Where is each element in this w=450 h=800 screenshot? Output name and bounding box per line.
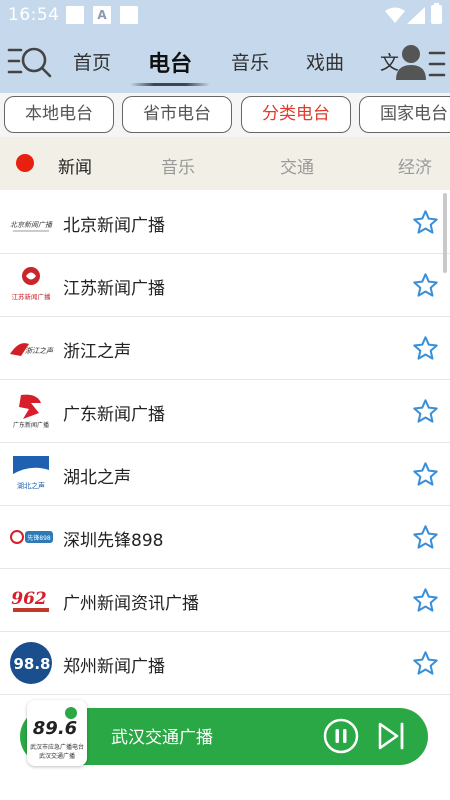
skip-next-icon[interactable] [376, 721, 406, 751]
station-logo: 北京新闻广播 [10, 221, 53, 232]
station-row[interactable]: 962 广州新闻资讯广播 [0, 569, 450, 632]
nav-tab-home[interactable]: 首页 [73, 48, 111, 75]
star-outline-icon[interactable] [412, 524, 439, 551]
subtab-economy[interactable]: 经济 [398, 153, 432, 178]
station-name: 浙江之声 [63, 342, 131, 362]
station-logo: 先锋898 [10, 530, 53, 544]
station-name: 郑州新闻广播 [63, 657, 165, 677]
star-outline-icon[interactable] [412, 650, 439, 677]
signal-icon [407, 7, 425, 24]
status-time: 16:54 [8, 5, 60, 25]
active-subtab-dot-icon [16, 154, 34, 172]
subtab-traffic[interactable]: 交通 [280, 153, 314, 178]
player-cover-line1: 武汉市应急广播电台 [29, 744, 84, 751]
station-logo: 湖北之声 [13, 456, 49, 490]
nav-tab-opera[interactable]: 戏曲 [306, 48, 344, 75]
category-local[interactable]: 本地电台 [4, 96, 114, 133]
star-outline-icon[interactable] [412, 587, 439, 614]
category-bar: 本地电台 省市电台 分类电台 国家电台 [0, 93, 450, 137]
notification-icon [66, 6, 84, 24]
menu-search-icon[interactable] [6, 43, 54, 81]
station-logo: 962 [11, 589, 49, 612]
station-name: 湖北之声 [63, 468, 131, 488]
star-outline-icon[interactable] [412, 398, 439, 425]
svg-text:广东新闻广播: 广东新闻广播 [13, 421, 49, 429]
svg-text:江苏新闻广播: 江苏新闻广播 [12, 292, 52, 301]
station-row[interactable]: 湖北之声 湖北之声 [0, 443, 450, 506]
nav-tab-radio[interactable]: 电台 [148, 46, 192, 78]
station-logo: 广东新闻广播 [13, 394, 49, 429]
nav-tab-music[interactable]: 音乐 [231, 48, 269, 75]
station-list: 北京新闻广播 北京新闻广播 江苏新闻广播 江苏新闻广播 浙江之声 浙江之声 广东… [0, 191, 450, 695]
station-name: 深圳先锋898 [63, 531, 164, 551]
star-outline-icon[interactable] [412, 272, 439, 299]
player-cover-logo: 89.6 [33, 707, 77, 739]
star-outline-icon[interactable] [412, 461, 439, 488]
notification-letter-icon: A [93, 6, 111, 24]
player-cover-line2: 武汉交通广播 [38, 753, 75, 760]
player-title: 武汉交通广播 [111, 728, 213, 748]
category-classified[interactable]: 分类电台 [241, 96, 351, 133]
station-logo: 江苏新闻广播 [12, 267, 52, 301]
station-logo: 98.8 [10, 642, 52, 684]
svg-text:先锋898: 先锋898 [27, 534, 51, 542]
star-outline-icon[interactable] [412, 209, 439, 236]
svg-text:98.8: 98.8 [13, 655, 50, 673]
station-name: 广东新闻广播 [63, 405, 165, 425]
station-row[interactable]: 先锋898 深圳先锋898 [0, 506, 450, 569]
list-scrollbar[interactable] [443, 193, 447, 273]
wifi-icon [385, 7, 405, 23]
star-outline-icon[interactable] [412, 335, 439, 362]
station-row[interactable]: 广东新闻广播 广东新闻广播 [0, 380, 450, 443]
player-cover-art[interactable]: 89.6 武汉市应急广播电台 武汉交通广播 [27, 700, 87, 766]
station-name: 广州新闻资讯广播 [63, 594, 199, 614]
subtab-bar: 新闻 音乐 交通 经济 [0, 137, 450, 190]
station-row[interactable]: 浙江之声 浙江之声 [0, 317, 450, 380]
category-provincial[interactable]: 省市电台 [122, 96, 232, 133]
subtab-news[interactable]: 新闻 [58, 153, 92, 178]
svg-text:89.6: 89.6 [33, 718, 77, 739]
subtab-music[interactable]: 音乐 [161, 153, 195, 178]
category-national[interactable]: 国家电台 [359, 96, 450, 133]
svg-text:962: 962 [11, 589, 47, 609]
svg-text:浙江之声: 浙江之声 [25, 347, 54, 355]
station-logo: 浙江之声 [10, 343, 54, 356]
svg-text:湖北之声: 湖北之声 [17, 481, 45, 490]
station-row[interactable]: 98.8 郑州新闻广播 [0, 632, 450, 695]
station-name: 江苏新闻广播 [63, 279, 165, 299]
station-row[interactable]: 江苏新闻广播 江苏新闻广播 [0, 254, 450, 317]
notification-icon [120, 6, 138, 24]
top-header: 16:54 A 首页 电台 音乐 戏曲 文 [0, 0, 450, 93]
main-nav: 首页 电台 音乐 戏曲 文 [0, 32, 450, 93]
pause-circle-icon[interactable] [323, 718, 359, 754]
profile-list-icon[interactable] [394, 43, 446, 81]
status-bar: 16:54 A [0, 0, 450, 32]
station-name: 北京新闻广播 [63, 216, 165, 236]
battery-icon [431, 3, 442, 24]
svg-text:北京新闻广播: 北京新闻广播 [10, 221, 53, 229]
active-tab-indicator [130, 83, 210, 86]
station-row[interactable]: 北京新闻广播 北京新闻广播 [0, 191, 450, 254]
